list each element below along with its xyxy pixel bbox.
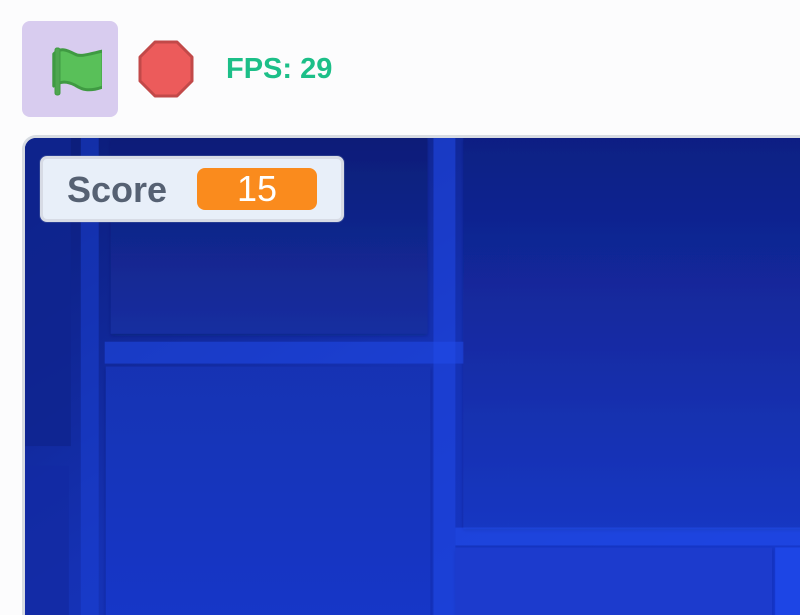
stop-icon [138,40,194,98]
score-value: 15 [197,168,317,210]
green-flag-icon [52,47,102,96]
fps-counter: FPS: 29 [226,53,333,85]
green-flag-button[interactable] [22,21,118,117]
score-label: Score [67,169,168,210]
score-monitor: Score 15 [40,156,344,222]
stop-button[interactable] [134,37,198,101]
project-toolbar: FPS: 29 [0,0,800,134]
